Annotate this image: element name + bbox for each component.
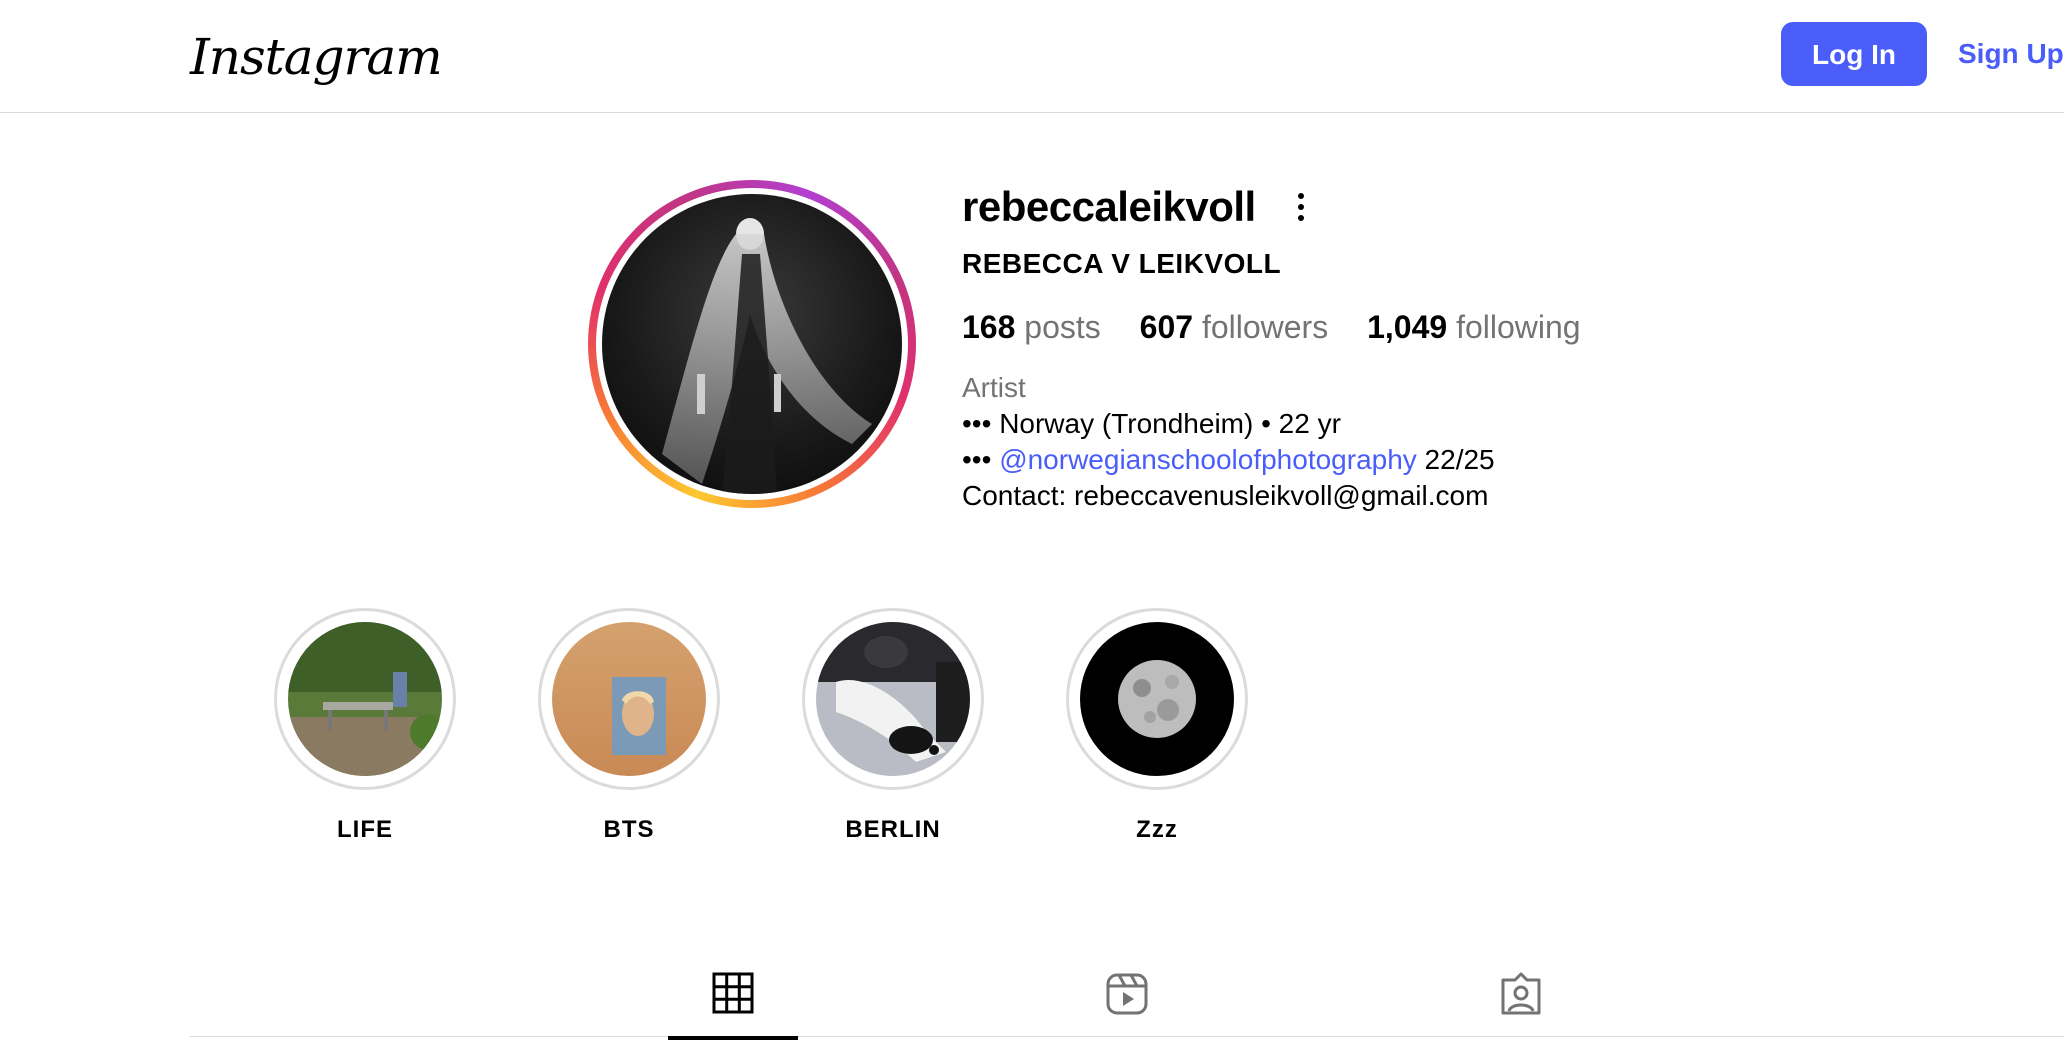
- highlight-ring: [274, 608, 456, 790]
- bio-line-school: ••• @norwegianschoolofphotography 22/25: [962, 442, 1495, 478]
- posts-stat: 168 posts: [962, 306, 1101, 348]
- followers-label: followers: [1201, 309, 1329, 345]
- tagged-icon: [1501, 972, 1541, 1015]
- profile-category: Artist: [962, 372, 1026, 403]
- highlight-berlin[interactable]: BERLIN: [802, 608, 984, 844]
- highlight-ring: [1066, 608, 1248, 790]
- profile-full-name: REBECCA V LEIKVOLL: [962, 248, 1282, 279]
- following-label: following: [1456, 309, 1581, 345]
- highlight-thumbnail: [552, 622, 706, 776]
- log-in-button[interactable]: Log In: [1781, 22, 1927, 86]
- highlight-ring: [538, 608, 720, 790]
- bio-suffix: 22/25: [1416, 444, 1495, 475]
- bio-line-contact: Contact: rebeccavenusleikvoll@gmail.com: [962, 480, 1489, 511]
- school-mention-link[interactable]: @norwegianschoolofphotography: [999, 444, 1417, 475]
- following-stat[interactable]: 1,049 following: [1367, 306, 1580, 348]
- highlight-thumbnail: [816, 622, 970, 776]
- highlight-thumbnail: [1080, 622, 1234, 776]
- tab-posts-grid[interactable]: [668, 964, 798, 1040]
- followers-count: 607: [1139, 309, 1194, 345]
- grid-icon: [712, 972, 754, 1014]
- highlight-label: BTS: [603, 816, 655, 843]
- highlight-life[interactable]: LIFE: [274, 608, 456, 844]
- highlight-label: Zzz: [1136, 816, 1178, 843]
- highlight-bts[interactable]: BTS: [538, 608, 720, 844]
- sign-up-link[interactable]: Sign Up: [1958, 22, 2064, 86]
- bio-prefix: •••: [962, 444, 1000, 475]
- highlight-ring: [802, 608, 984, 790]
- tab-reels[interactable]: [1061, 964, 1191, 1040]
- highlight-thumbnail: [288, 622, 442, 776]
- profile-username: rebeccaleikvoll: [962, 183, 1256, 230]
- bio-line-location: ••• Norway (Trondheim) • 22 yr: [962, 408, 1341, 439]
- profile-avatar-story-ring[interactable]: [588, 180, 916, 508]
- followers-stat[interactable]: 607 followers: [1140, 306, 1329, 348]
- highlight-label: BERLIN: [845, 816, 941, 843]
- highlight-label: LIFE: [337, 816, 393, 843]
- active-tab-indicator: [668, 1036, 798, 1040]
- profile-avatar: [602, 194, 902, 494]
- following-count: 1,049: [1367, 309, 1448, 345]
- posts-label: posts: [1024, 309, 1101, 345]
- reels-icon: [1106, 973, 1148, 1015]
- top-header: Instagram Log In Sign Up: [0, 0, 2064, 113]
- more-options-icon[interactable]: [1290, 190, 1312, 224]
- profile-stats: 168 posts 607 followers 1,049 following: [962, 306, 1611, 348]
- highlight-zzz[interactable]: Zzz: [1066, 608, 1248, 844]
- instagram-logo[interactable]: Instagram: [190, 22, 443, 92]
- posts-count: 168: [962, 309, 1016, 345]
- tab-tagged[interactable]: [1455, 964, 1585, 1040]
